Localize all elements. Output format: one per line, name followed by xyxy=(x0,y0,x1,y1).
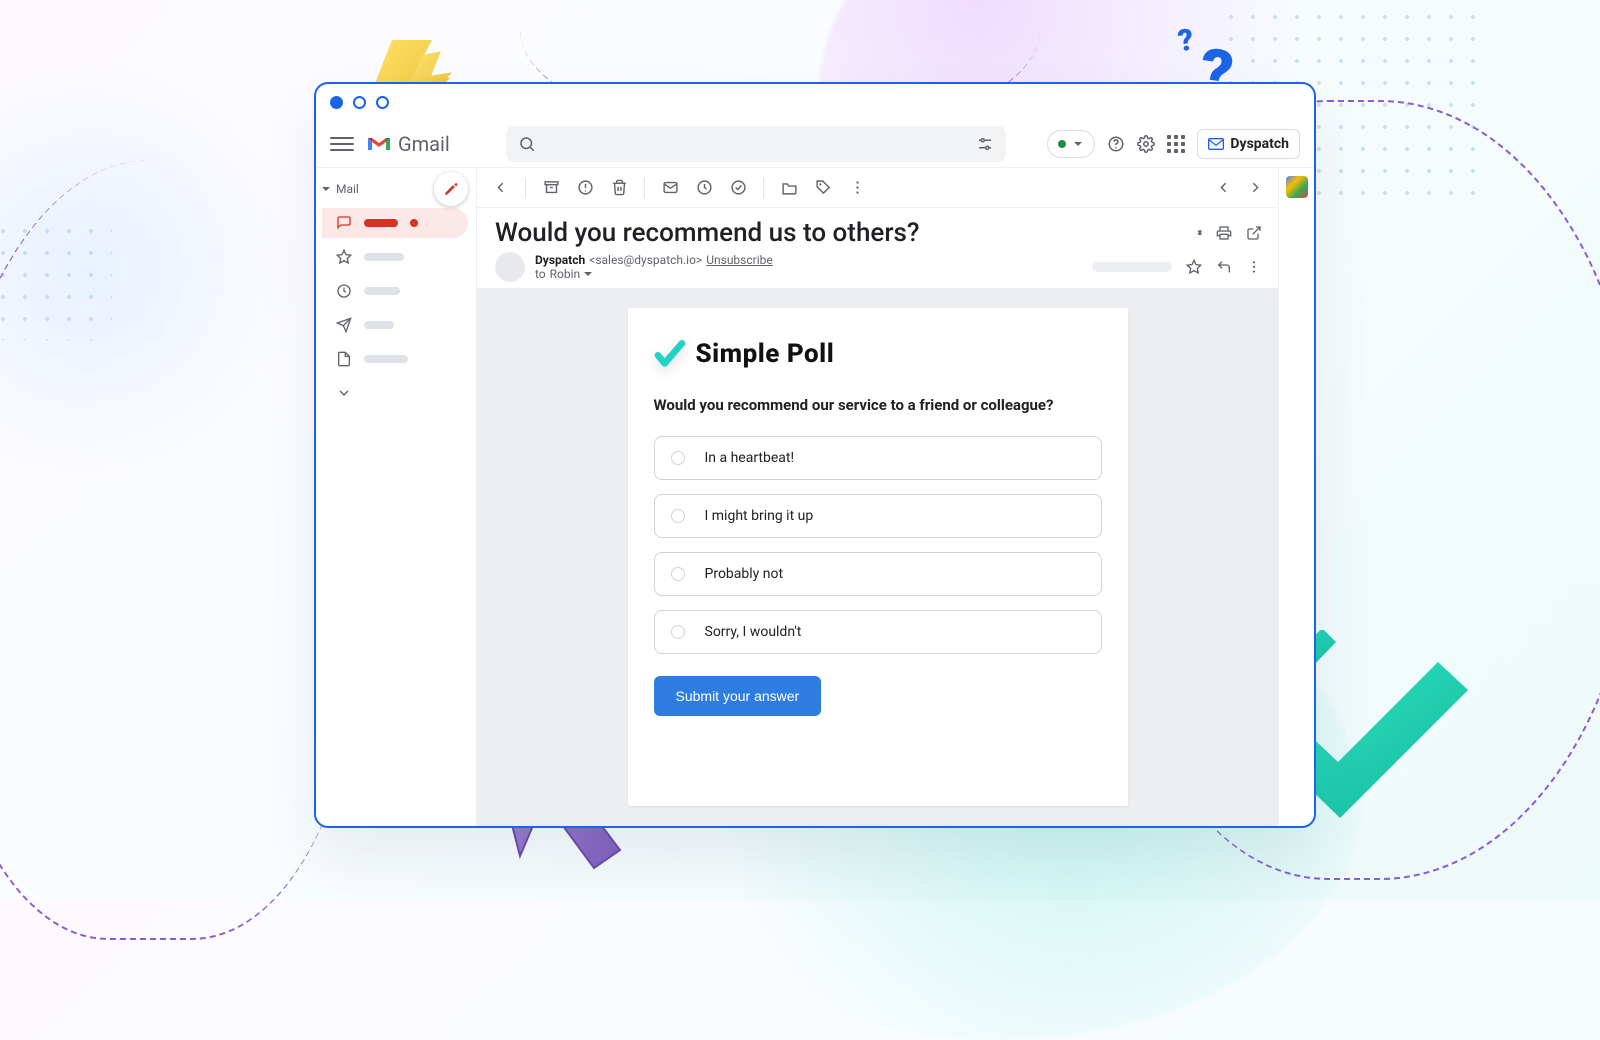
window-titlebar xyxy=(316,84,1314,120)
poll-option[interactable]: In a heartbeat! xyxy=(654,436,1102,480)
gmail-brand-text: Gmail xyxy=(398,132,450,156)
gmail-main-pane: Would you recommend us to others? ▴▾ Dys… xyxy=(476,168,1278,826)
window-dot-max[interactable] xyxy=(376,96,389,109)
search-bar[interactable] xyxy=(506,126,1006,162)
poll-option-label: I might bring it up xyxy=(705,508,814,524)
open-new-window-icon[interactable] xyxy=(1246,225,1262,241)
print-icon[interactable] xyxy=(1216,225,1232,241)
sidebar-item-label: Mail xyxy=(336,182,359,196)
chevron-down-icon xyxy=(1074,142,1082,150)
more-vert-icon[interactable] xyxy=(1246,259,1262,275)
poll-option-label: Probably not xyxy=(705,566,784,582)
radio-icon xyxy=(671,567,685,581)
compose-button[interactable] xyxy=(434,172,468,206)
sidebar-item-more[interactable] xyxy=(322,378,468,408)
delete-button[interactable] xyxy=(606,175,632,201)
chevron-down-icon xyxy=(322,187,330,195)
poll-option[interactable]: I might bring it up xyxy=(654,494,1102,538)
timestamp-placeholder xyxy=(1092,262,1172,272)
poll-email-card: Simple Poll Would you recommend our serv… xyxy=(628,308,1128,806)
nav-label-placeholder xyxy=(364,287,400,295)
search-icon xyxy=(518,135,536,153)
account-brand-label: Dyspatch xyxy=(1230,136,1289,152)
poll-option-label: Sorry, I wouldn't xyxy=(705,624,802,640)
recipient-dropdown[interactable]: to Robin xyxy=(535,267,773,281)
help-icon[interactable] xyxy=(1107,135,1125,153)
sender-row: Dyspatch <sales@dyspatch.io> Unsubscribe… xyxy=(477,252,1278,288)
chevron-down-icon xyxy=(584,272,592,280)
archive-button[interactable] xyxy=(538,175,564,201)
envelope-icon xyxy=(1208,138,1224,150)
settings-gear-icon[interactable] xyxy=(1137,135,1155,153)
status-dot-icon xyxy=(1058,140,1066,148)
inbox-icon xyxy=(336,215,352,231)
search-input[interactable] xyxy=(546,136,966,152)
account-brand-chip[interactable]: Dyspatch xyxy=(1197,129,1300,159)
nav-label-placeholder xyxy=(364,321,394,329)
mail-dropdown[interactable]: Mail xyxy=(322,182,359,196)
menu-icon[interactable] xyxy=(330,132,354,156)
message-toolbar xyxy=(477,168,1278,208)
radio-icon xyxy=(671,509,685,523)
labels-button[interactable] xyxy=(810,175,836,201)
mark-unread-button[interactable] xyxy=(657,175,683,201)
to-name: Robin xyxy=(550,267,581,281)
search-options-icon[interactable] xyxy=(976,135,994,153)
sidebar-item-drafts[interactable] xyxy=(322,344,468,374)
back-button[interactable] xyxy=(487,175,513,201)
checkmark-icon xyxy=(654,338,686,370)
snooze-button[interactable] xyxy=(691,175,717,201)
gmail-browser-window: Gmail Dyspatch Mail xyxy=(314,82,1316,828)
gmail-logo[interactable]: Gmail xyxy=(366,132,450,156)
poll-option[interactable]: Probably not xyxy=(654,552,1102,596)
poll-option[interactable]: Sorry, I wouldn't xyxy=(654,610,1102,654)
window-dot-min[interactable] xyxy=(353,96,366,109)
google-apps-icon[interactable] xyxy=(1167,135,1185,153)
gmail-header: Gmail Dyspatch xyxy=(316,120,1314,168)
unsubscribe-link[interactable]: Unsubscribe xyxy=(706,253,773,267)
poll-option-label: In a heartbeat! xyxy=(705,450,795,466)
gmail-addons-rail xyxy=(1278,168,1314,826)
clock-icon xyxy=(336,283,352,299)
poll-brand: Simple Poll xyxy=(654,338,1102,370)
unread-badge xyxy=(410,219,418,227)
add-to-tasks-button[interactable] xyxy=(725,175,751,201)
sender-email: <sales@dyspatch.io> xyxy=(589,253,702,267)
sidebar-item-inbox[interactable] xyxy=(322,208,468,238)
move-to-button[interactable] xyxy=(776,175,802,201)
poll-brand-label: Simple Poll xyxy=(696,339,835,369)
status-pill[interactable] xyxy=(1047,130,1095,158)
submit-button[interactable]: Submit your answer xyxy=(654,676,822,716)
radio-icon xyxy=(671,451,685,465)
pager-prev[interactable] xyxy=(1210,175,1236,201)
nav-label-placeholder xyxy=(364,253,404,261)
window-dot-close[interactable] xyxy=(330,96,343,109)
chevron-down-icon xyxy=(336,385,352,401)
nav-label-placeholder xyxy=(364,219,398,227)
more-actions-button[interactable] xyxy=(844,175,870,201)
send-icon xyxy=(336,317,352,333)
poll-question: Would you recommend our service to a fri… xyxy=(654,396,1102,414)
nav-label-placeholder xyxy=(364,355,408,363)
star-icon[interactable] xyxy=(1186,259,1202,275)
report-spam-button[interactable] xyxy=(572,175,598,201)
sidebar-item-starred[interactable] xyxy=(322,242,468,272)
sender-name: Dyspatch xyxy=(535,253,585,267)
reply-icon[interactable] xyxy=(1216,259,1232,275)
sidebar-item-snoozed[interactable] xyxy=(322,276,468,306)
bg-dashed-line xyxy=(0,160,360,940)
gmail-sidebar: Mail xyxy=(316,168,476,826)
avatar xyxy=(495,252,525,282)
email-subject: Would you recommend us to others? xyxy=(495,218,920,248)
star-icon xyxy=(336,249,352,265)
email-body-canvas: Simple Poll Would you recommend our serv… xyxy=(477,288,1278,826)
pager-next[interactable] xyxy=(1242,175,1268,201)
sidebar-item-sent[interactable] xyxy=(322,310,468,340)
radio-icon xyxy=(671,625,685,639)
to-prefix: to xyxy=(535,267,546,281)
addon-calendar-icon[interactable] xyxy=(1286,176,1308,198)
draft-icon xyxy=(336,351,352,367)
